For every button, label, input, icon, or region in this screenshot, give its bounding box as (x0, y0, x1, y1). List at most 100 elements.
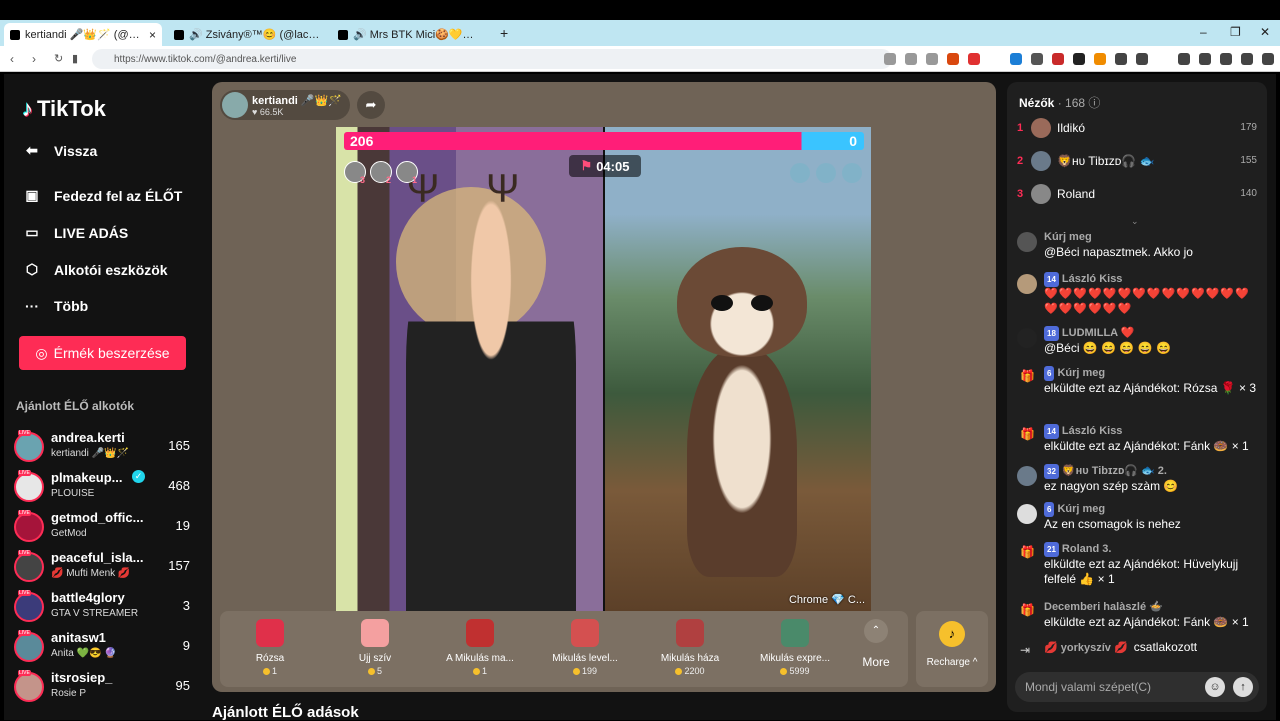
new-tab-button[interactable]: + (500, 25, 508, 41)
viewer-name: Ildikó (1057, 121, 1086, 135)
nav-live-studio[interactable]: ▭ LIVE ADÁS (22, 224, 128, 241)
nav-more[interactable]: ··· Több (22, 298, 88, 314)
creator-item[interactable]: LIVE peaceful_isla... 💋 Mufti Menk 💋 157 (14, 550, 194, 588)
extension-icon[interactable] (884, 53, 896, 65)
ai-icon[interactable] (1262, 53, 1274, 65)
tab-3[interactable]: 🔊 Mrs BTK Mici🍪💛🤍✅ (@mrsbtk) (332, 23, 490, 46)
viewers-header[interactable]: Nézők · 168 ⓘ (1019, 94, 1100, 111)
live-badge: LIVE (18, 510, 31, 516)
brand-name: TikTok (37, 96, 106, 121)
chat-text: ez nagyon szép szàm 😊 (1044, 479, 1179, 493)
extension-icon[interactable] (1031, 53, 1043, 65)
host-video: Ψ Ψ (336, 127, 603, 612)
chat-message[interactable]: Kúrj meg @Béci napasztmek. Akko jo (1017, 230, 1262, 260)
chat-message[interactable]: 🎁 21 Roland 3. elküldte ezt az Ajándékot:… (1017, 542, 1262, 587)
extension-icon[interactable] (1094, 53, 1106, 65)
get-coins-button[interactable]: ◎ Érmék beszerzése (19, 336, 186, 370)
creator-sub: Rosie P (51, 688, 87, 699)
close-tab-icon[interactable]: × (149, 28, 156, 42)
creator-item[interactable]: LIVE anitasw1 Anita 💚😎 🔮 9 (14, 630, 194, 668)
nav-back[interactable]: ⬅ Vissza (22, 142, 97, 159)
camera-icon: ▭ (25, 224, 39, 240)
chat-message[interactable]: ⇥ 💋 yorkyszív 💋 csatlakozott (1017, 640, 1262, 657)
extension-icon[interactable] (926, 53, 938, 65)
gift-item[interactable]: A Mikulás ma... 1 (430, 619, 530, 681)
reload-icon[interactable]: ↻ (54, 52, 63, 65)
live-badge: LIVE (18, 590, 31, 596)
chat-message[interactable]: 🎁 Decemberi halàszlé 🍲 elküldte ezt az A… (1017, 600, 1262, 630)
extension-icons (884, 53, 1280, 65)
creator-sub: PLOUISE (51, 488, 95, 499)
timer-text: 04:05 (596, 158, 630, 174)
tiktok-logo[interactable]: ♪ TikTok (22, 96, 106, 122)
tab-title: kertiandi 🎤👑🪄 (@andrea.kerti) (25, 29, 144, 41)
share-icon[interactable]: ➦ (357, 91, 385, 119)
send-icon[interactable]: ↑ (1233, 677, 1253, 697)
extension-icon[interactable] (968, 53, 980, 65)
battle-icon: ⚑ (580, 158, 593, 173)
avatar (14, 472, 44, 502)
chat-text: elküldte ezt az Ajándékot: Fánk 🍩 × 1 (1044, 615, 1249, 629)
top-viewer-row[interactable]: 1 Ildikó 179 (1017, 116, 1257, 140)
chat-message[interactable]: 🎁 6 Kúrj meg elküldte ezt az Ajándékot: R… (1017, 366, 1262, 396)
back-icon[interactable]: ‹ (10, 52, 14, 66)
chat-message[interactable]: 6 Kúrj meg Az en csomagok is nehez (1017, 502, 1262, 532)
creator-item[interactable]: LIVE battle4glory GTA V STREAMER 3 (14, 590, 194, 628)
emoji-icon[interactable]: ☺ (1205, 677, 1225, 697)
chat-input[interactable]: Mondj valami szépet(C) ☺ ↑ (1015, 672, 1259, 702)
creator-item[interactable]: LIVE plmakeup... ✓ PLOUISE 468 (14, 470, 194, 508)
viewer-count: 157 (168, 558, 190, 573)
extension-icon[interactable] (1115, 53, 1127, 65)
url-input[interactable]: https://www.tiktok.com/@andrea.kerti/liv… (92, 49, 892, 69)
gift-item[interactable]: Mikulás háza 2200 (640, 619, 740, 681)
tab-2[interactable]: 🔊 Zsivány®™😊 (@laci1910) ÉLŐ adása (168, 23, 326, 46)
verified-icon: ✓ (132, 470, 145, 483)
host-info[interactable]: kertiandi 🎤👑🪄 ♥ 66.5K (220, 90, 350, 120)
nav-creator-tools[interactable]: ⬡ Alkotói eszközök (22, 261, 168, 278)
chat-message[interactable]: 32 🦁ʜᴜ Tibɪᴢᴅ🎧 🐟 2. ez nagyon szép szàm 😊 (1017, 464, 1262, 494)
gift-item[interactable]: Mikulás expre... 5999 (745, 619, 845, 681)
download-icon[interactable] (1241, 53, 1253, 65)
music-icon[interactable] (1178, 53, 1190, 65)
tab-title: 🔊 Zsivány®™😊 (@laci1910) ÉLŐ adása (189, 29, 320, 41)
extension-icon[interactable] (905, 53, 917, 65)
expand-chevron-icon[interactable]: ⌄ (1131, 216, 1139, 227)
tab-active[interactable]: kertiandi 🎤👑🪄 (@andrea.kerti) × (4, 23, 162, 46)
opponent-gifter-icon (842, 163, 862, 183)
info-icon[interactable]: ⓘ (1088, 96, 1100, 110)
gift-item[interactable]: Ujj szív 5 (325, 619, 425, 681)
gift-item[interactable]: Rózsa 1 (220, 619, 320, 681)
chat-message[interactable]: 18 LUDMILLA ❤️ @Béci 😄 😄 😄 😄 😄 (1017, 326, 1262, 356)
extension-icon[interactable] (1010, 53, 1022, 65)
video-player[interactable]: Ψ Ψ 206 0 ⚑ 04:05 3 2 1 Chrome 💎 C... (336, 127, 871, 612)
maximize-button[interactable]: ❐ (1230, 25, 1241, 39)
creator-item[interactable]: LIVE andrea.kerti kertiandi 🎤👑🪄 165 (14, 430, 194, 468)
gift-price: 5999 (745, 666, 845, 676)
forward-icon[interactable]: › (32, 52, 36, 66)
viewer-count: 468 (168, 478, 190, 493)
creator-item[interactable]: LIVE itsrosiep_ Rosie P 95 (14, 670, 194, 708)
more-gifts-button[interactable]: ⌃ More (856, 619, 896, 679)
sidebar-icon[interactable] (1199, 53, 1211, 65)
bookmark-icon[interactable]: ▮ (72, 52, 78, 65)
chat-text: elküldte ezt az Ajándékot: Rózsa 🌹 × 3 (1044, 381, 1257, 395)
brave-shield-icon[interactable] (947, 53, 959, 65)
extension-icon[interactable] (1073, 53, 1085, 65)
nav-explore-live[interactable]: ▣ Fedezd fel az ÉLŐT (22, 187, 182, 204)
wallet-icon[interactable] (1220, 53, 1232, 65)
extension-icon[interactable] (1136, 53, 1148, 65)
level-badge: 32 (1044, 464, 1059, 479)
close-window-button[interactable]: ✕ (1260, 25, 1270, 39)
chat-message[interactable]: 🎁 14 László Kiss elküldte ezt az Ajándéko… (1017, 424, 1262, 454)
extension-icon[interactable] (1052, 53, 1064, 65)
chat-message[interactable]: 14 László Kiss ❤️❤️❤️❤️❤️❤️❤️❤️❤️❤️❤️❤️❤️… (1017, 272, 1262, 317)
recharge-button[interactable]: ♪ Recharge ^ (916, 611, 988, 687)
creator-item[interactable]: LIVE getmod_offic... GetMod 19 (14, 510, 194, 548)
top-viewer-row[interactable]: 3 Roland 140 (1017, 182, 1257, 206)
avatar (1017, 466, 1037, 486)
tiktok-app: ♪ TikTok ⬅ Vissza ▣ Fedezd fel az ÉLŐT ▭… (4, 74, 1276, 721)
minimize-button[interactable]: – (1200, 25, 1207, 39)
gift-item[interactable]: Mikulás level... 199 (535, 619, 635, 681)
nav-label: Fedezd fel az ÉLŐT (54, 187, 183, 204)
top-viewer-row[interactable]: 2 🦁ʜᴜ Tibɪᴢᴅ🎧 🐟 155 (1017, 149, 1257, 173)
